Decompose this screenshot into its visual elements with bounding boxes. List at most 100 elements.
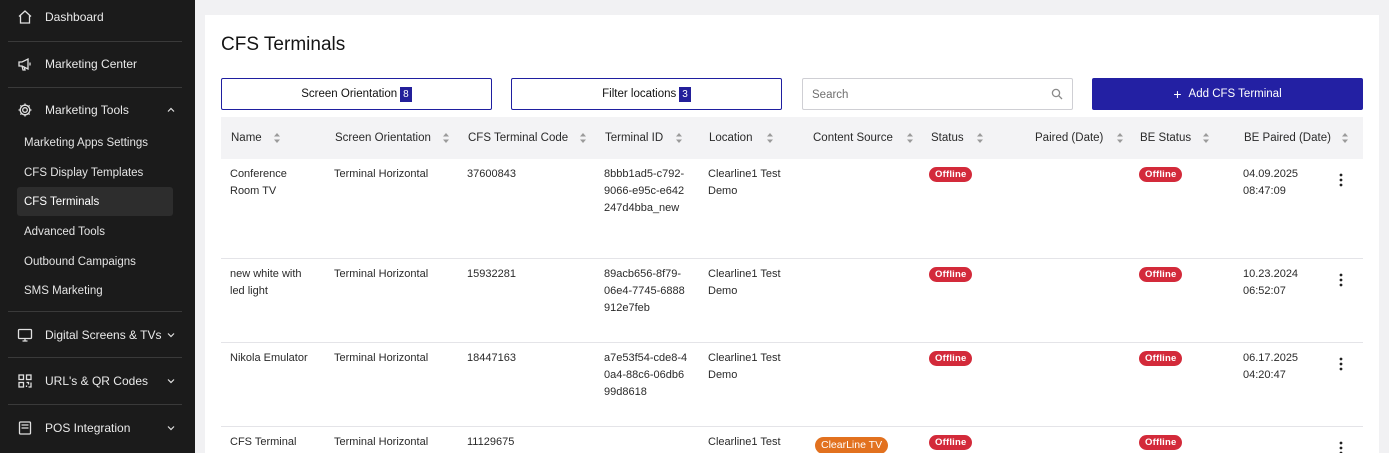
table-row[interactable]: Conference Room TV Terminal Horizontal 3… xyxy=(221,159,1363,259)
nav-dashboard-label: Dashboard xyxy=(45,10,104,24)
sort-icon[interactable] xyxy=(906,132,914,144)
table-row[interactable]: new white with led light Terminal Horizo… xyxy=(221,259,1363,343)
home-icon xyxy=(16,8,34,26)
sort-icon[interactable] xyxy=(766,132,774,144)
sort-icon[interactable] xyxy=(675,132,683,144)
search-box xyxy=(802,78,1073,110)
be-status-badge: Offline xyxy=(1139,267,1183,282)
sort-icon[interactable] xyxy=(1341,132,1349,144)
column-header-content-source[interactable]: Content Source xyxy=(813,117,893,159)
more-vertical-icon[interactable] xyxy=(1339,173,1343,187)
column-header-label: Location xyxy=(709,132,753,144)
sort-icon[interactable] xyxy=(579,132,587,144)
gear-icon xyxy=(16,101,34,119)
column-header-terminal-id[interactable]: Terminal ID xyxy=(605,117,663,159)
screen-orientation-label: Screen Orientation xyxy=(301,88,398,100)
cell-location: Clearline1 Test xyxy=(708,436,781,448)
sidebar-item-marketing-apps-settings[interactable]: Marketing Apps Settings xyxy=(17,128,173,157)
cell-be-paired-date: 04.09.2025 08:47:09 xyxy=(1243,168,1299,197)
column-header-status[interactable]: Status xyxy=(931,117,964,159)
nav-marketing-center[interactable]: Marketing Center xyxy=(8,41,182,87)
cell-be-paired-date: 06.17.2025 04:20:47 xyxy=(1243,352,1299,381)
status-badge: Offline xyxy=(929,167,973,182)
screen-orientation-filter-button[interactable]: Screen Orientation 8 xyxy=(221,78,492,110)
table-header: Name Screen Orientation CFS Terminal Cod… xyxy=(221,117,1363,159)
megaphone-icon xyxy=(16,55,34,73)
screen-orientation-count-badge: 8 xyxy=(400,86,412,102)
sidebar-item-advanced-tools[interactable]: Advanced Tools xyxy=(17,217,173,246)
search-icon[interactable] xyxy=(1051,88,1063,100)
cell-terminal-code: 11129675 xyxy=(467,436,515,448)
nav-marketing-tools[interactable]: Marketing Tools xyxy=(8,87,182,133)
chevron-up-icon xyxy=(167,107,175,112)
column-header-label: BE Status xyxy=(1140,132,1192,144)
cell-orientation: Terminal Horizontal xyxy=(334,268,429,280)
add-cfs-terminal-button[interactable]: + Add CFS Terminal xyxy=(1092,78,1363,110)
be-status-badge: Offline xyxy=(1139,435,1183,450)
column-header-label: Name xyxy=(231,132,262,144)
status-badge: Offline xyxy=(929,435,973,450)
column-header-location[interactable]: Location xyxy=(709,117,752,159)
content-source-badge: ClearLine TV xyxy=(815,437,889,453)
sort-icon[interactable] xyxy=(1202,132,1210,144)
more-vertical-icon[interactable] xyxy=(1339,273,1343,287)
sort-icon[interactable] xyxy=(976,132,984,144)
sidebar-item-cfs-terminals[interactable]: CFS Terminals xyxy=(17,187,173,216)
sort-icon[interactable] xyxy=(273,132,281,144)
column-header-name[interactable]: Name xyxy=(231,117,262,159)
column-header-label: Paired (Date) xyxy=(1035,132,1104,144)
nav-pos-integration-label: POS Integration xyxy=(45,421,131,435)
main-panel: CFS Terminals Screen Orientation 8 Filte… xyxy=(205,15,1379,453)
cell-terminal-id: 89acb656-8f79-06e4-7745-6888912e7feb xyxy=(604,268,685,314)
nav-digital-screens-label: Digital Screens & TVs xyxy=(45,328,162,342)
cell-location: Clearline1 Test Demo xyxy=(708,268,781,297)
cell-terminal-id: 8bbb1ad5-c792-9066-e95c-e642247d4bba_new xyxy=(604,168,685,214)
sidebar-item-sms-marketing[interactable]: SMS Marketing xyxy=(17,276,173,305)
column-header-label: Terminal ID xyxy=(605,132,664,144)
cell-orientation: Terminal Horizontal xyxy=(334,168,429,180)
sort-icon[interactable] xyxy=(442,132,450,144)
cell-orientation: Terminal Horizontal xyxy=(334,436,429,448)
filter-locations-button[interactable]: Filter locations 3 xyxy=(511,78,782,110)
filter-locations-label: Filter locations xyxy=(602,88,677,100)
column-header-label: Screen Orientation xyxy=(335,132,431,144)
nav-url-qr-codes-label: URL's & QR Codes xyxy=(45,374,148,388)
more-vertical-icon[interactable] xyxy=(1339,357,1343,371)
search-input[interactable] xyxy=(812,86,1042,103)
chevron-down-icon xyxy=(167,379,175,384)
cell-name: CFS Terminal xyxy=(230,436,297,448)
pos-terminal-icon xyxy=(16,419,34,437)
table-row[interactable]: Nikola Emulator Terminal Horizontal 1844… xyxy=(221,343,1363,427)
status-badge: Offline xyxy=(929,351,973,366)
nav-marketing-center-label: Marketing Center xyxy=(45,57,138,71)
sort-icon[interactable] xyxy=(1116,132,1124,144)
add-cfs-terminal-label: Add CFS Terminal xyxy=(1188,88,1282,100)
more-vertical-icon[interactable] xyxy=(1339,441,1343,453)
qr-code-icon xyxy=(16,372,34,390)
page-title: CFS Terminals xyxy=(221,34,346,55)
nav-url-qr-codes[interactable]: URL's & QR Codes xyxy=(8,358,182,404)
plus-icon: + xyxy=(1173,86,1182,102)
nav-pos-integration[interactable]: POS Integration xyxy=(8,405,182,451)
column-header-cfs-terminal-code[interactable]: CFS Terminal Code xyxy=(468,117,568,159)
sidebar-item-cfs-display-templates[interactable]: CFS Display Templates xyxy=(17,158,173,187)
sidebar-item-outbound-campaigns[interactable]: Outbound Campaigns xyxy=(17,247,173,276)
table-row[interactable]: CFS Terminal Terminal Horizontal 1112967… xyxy=(221,427,1363,453)
filter-locations-count-badge: 3 xyxy=(679,86,691,102)
column-header-be-status[interactable]: BE Status xyxy=(1140,117,1191,159)
cell-name: new white with led light xyxy=(230,268,302,297)
column-header-screen-orientation[interactable]: Screen Orientation xyxy=(335,117,431,159)
cell-terminal-code: 18447163 xyxy=(467,352,516,364)
nav-dashboard[interactable]: Dashboard xyxy=(8,0,182,40)
cell-terminal-id: a7e53f54-cde8-40a4-88c6-06db699d8618 xyxy=(604,352,688,398)
chevron-down-icon xyxy=(167,333,175,338)
sidebar: Dashboard Marketing Center Marketing Too… xyxy=(0,0,195,453)
column-header-label: Status xyxy=(931,132,964,144)
status-badge: Offline xyxy=(929,267,973,282)
column-header-be-paired-date[interactable]: BE Paired (Date) xyxy=(1244,117,1331,159)
nav-digital-screens[interactable]: Digital Screens & TVs xyxy=(8,312,182,358)
nav-marketing-tools-label: Marketing Tools xyxy=(45,103,129,117)
cell-location: Clearline1 Test Demo xyxy=(708,168,781,197)
column-header-paired-date[interactable]: Paired (Date) xyxy=(1035,117,1103,159)
be-status-badge: Offline xyxy=(1139,167,1183,182)
